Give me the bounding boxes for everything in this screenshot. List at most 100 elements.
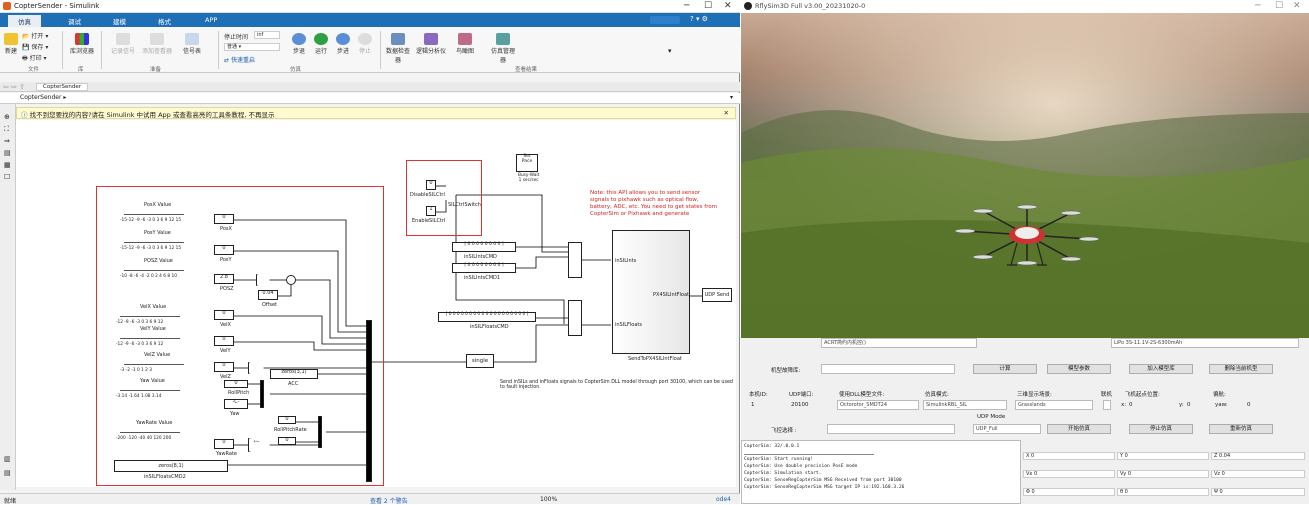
floats-mux[interactable]: [366, 320, 372, 482]
posy-slider[interactable]: PosY Value -15-12 -9 -6 -3 0 3 6 9 12 15: [120, 230, 190, 251]
tab-format[interactable]: 格式: [148, 15, 181, 27]
logic-analyzer-button[interactable]: 逻辑分析仪: [416, 33, 446, 55]
frame-select[interactable]: ACRT简约内机控(): [821, 338, 977, 348]
vely-slider[interactable]: VelY Value -12 -9 -6 -3 0 3 6 9 12: [116, 326, 186, 347]
rollpitch-mux[interactable]: [260, 380, 264, 408]
run-button[interactable]: 运行: [312, 33, 330, 55]
single-block[interactable]: single: [466, 354, 494, 368]
fast-restart-toggle[interactable]: ⇄ 快速重启: [224, 55, 255, 64]
slider-track[interactable]: [120, 388, 180, 391]
stop-button[interactable]: 停止: [356, 33, 374, 55]
posx-slider[interactable]: PosX Value -15-12 -9 -6 -3 0 3 6 9 12 15: [120, 202, 190, 223]
new-button[interactable]: 新建: [4, 33, 18, 55]
velx-slider[interactable]: VelX Value -12 -9 -6 -3 0 3 6 9 12: [116, 304, 186, 325]
back-icon[interactable]: ⇦ ⇨ ⇧: [3, 83, 25, 91]
model-param-button[interactable]: 模型参数: [1047, 364, 1111, 374]
3d-scene-view[interactable]: [741, 13, 1309, 338]
open-button[interactable]: 📂 打开 ▾: [22, 31, 48, 40]
model-canvas[interactable]: PosX Value -15-12 -9 -6 -3 0 3 6 9 12 15…: [16, 120, 736, 487]
yawrate-const-block[interactable]: 0: [214, 439, 234, 449]
vely-const-block[interactable]: 0: [214, 336, 234, 346]
sum-block[interactable]: [286, 275, 296, 285]
rollpitchrate-mux[interactable]: [318, 416, 322, 448]
posx-const-block[interactable]: 0: [214, 214, 234, 224]
slider-track[interactable]: [124, 240, 184, 243]
fit-icon[interactable]: ⛶: [4, 125, 9, 134]
annotation-icon[interactable]: ▤: [4, 149, 11, 157]
save-button[interactable]: 💾 保存 ▾: [22, 42, 48, 51]
close-button[interactable]: ✕: [724, 1, 732, 11]
enable-silctrl-block[interactable]: 1: [426, 206, 436, 216]
slider-track[interactable]: [120, 336, 180, 339]
udp-send-block[interactable]: UDP Send: [702, 288, 732, 302]
slider-track[interactable]: [124, 212, 184, 215]
fault-lib-select[interactable]: [821, 364, 955, 374]
step-forward-button[interactable]: 步进: [334, 33, 352, 55]
image-icon[interactable]: ▦: [4, 161, 11, 169]
scene-select[interactable]: Grasslands: [1015, 400, 1093, 410]
close-info-icon[interactable]: ✕: [724, 109, 729, 117]
solver-name[interactable]: ode4: [716, 496, 731, 503]
ints-cmd1-block[interactable]: [ 0 0 0 0 0 0 0 0 ]: [452, 263, 516, 273]
rollpitchrate-const-2[interactable]: 0: [278, 437, 296, 445]
ints-cmd-block[interactable]: [ 0 0 0 0 0 0 0 0 ]: [452, 242, 516, 252]
print-button[interactable]: 🖶 打印 ▾: [22, 53, 47, 64]
floats-cmd2-block[interactable]: zeros(8,1): [114, 460, 228, 472]
sim-mode-select[interactable]: 普通 ▾: [224, 43, 280, 51]
floats-switch-block[interactable]: [568, 300, 582, 336]
bird-view-button[interactable]: 鸟瞰图: [452, 33, 478, 55]
tab-simulation[interactable]: 仿真: [8, 15, 41, 27]
stop-time-input[interactable]: inf: [254, 31, 280, 39]
sim-manager-button[interactable]: 仿真管理器: [490, 33, 516, 64]
ints-switch-block[interactable]: [568, 242, 582, 278]
velz-const-block[interactable]: 0: [214, 362, 234, 372]
reset-sim-button[interactable]: 重新仿真: [1209, 424, 1273, 434]
x-value[interactable]: 0: [1129, 402, 1133, 408]
slider-track[interactable]: [124, 362, 184, 365]
udp-mode-select[interactable]: UDP_Full: [973, 424, 1041, 434]
signal-table-button[interactable]: 信号表: [178, 33, 206, 55]
yaw-value[interactable]: 0: [1247, 402, 1251, 408]
add-model-button[interactable]: 加入模型库: [1129, 364, 1193, 374]
floats-cmd-block[interactable]: [ 0 0 0 0 0 0 0 0 0 0 0 0 0 0 0 0 0 0 0 …: [438, 312, 536, 322]
rollpitch-const-1[interactable]: 0: [224, 380, 248, 388]
slider-track[interactable]: [120, 430, 180, 433]
model-path[interactable]: CopterSender ▸: [20, 94, 66, 101]
ribbon-expand-icon[interactable]: ▾: [668, 47, 672, 55]
slider-track[interactable]: [124, 268, 184, 271]
close-button[interactable]: ✕: [1293, 1, 1301, 11]
help-icon[interactable]: ? ▾ ⚙: [690, 15, 708, 23]
arrow-icon[interactable]: ⇒: [4, 137, 10, 145]
set-pace-block[interactable]: Set Pace: [516, 154, 538, 172]
battery-select[interactable]: LiPo 3S-11.1V-2S-6300mAh: [1111, 338, 1299, 348]
tab-debug[interactable]: 调试: [58, 15, 91, 27]
area-icon[interactable]: ☐: [4, 173, 10, 181]
posz-slider[interactable]: POSZ Value -10 -8 -6 -4 -2 0 2 4 6 8 10: [120, 258, 190, 279]
yaw-gain-block[interactable]: -C-: [224, 399, 248, 409]
log-console[interactable]: CopterSim: 32/.0.0.1 CopterSim: Start ru…: [741, 440, 1021, 504]
zoom-icon[interactable]: ⊕: [4, 113, 10, 121]
path-dropdown-icon[interactable]: ▾: [730, 94, 733, 101]
step-back-button[interactable]: 步退: [290, 33, 308, 55]
maximize-button[interactable]: ☐: [1275, 1, 1283, 11]
minimize-button[interactable]: ─: [1255, 1, 1260, 11]
slider-track[interactable]: [120, 314, 180, 317]
minimize-button[interactable]: ─: [684, 1, 689, 11]
posy-const-block[interactable]: 0: [214, 245, 234, 255]
dll-select[interactable]: Octorotor_SMDT24: [837, 400, 919, 410]
rollpitchrate-const-1[interactable]: 0: [278, 416, 296, 424]
tab-modeling[interactable]: 建模: [103, 15, 136, 27]
velz-slider[interactable]: VelZ Value -3 -2 -1 0 1 2 3: [120, 352, 190, 373]
yaw-slider[interactable]: Yaw Value -3.14 -1.64 1.08 3.14: [116, 378, 186, 399]
y-value[interactable]: 0: [1187, 402, 1191, 408]
network-checkbox[interactable]: [1103, 400, 1111, 410]
property-icon[interactable]: ▥: [4, 455, 11, 463]
model-tab[interactable]: CopterSender: [36, 83, 88, 91]
stop-sim-button[interactable]: 停止仿真: [1129, 424, 1193, 434]
start-sim-button[interactable]: 开始仿真: [1047, 424, 1111, 434]
explore-icon[interactable]: ▤: [4, 469, 11, 477]
maximize-button[interactable]: ☐: [704, 1, 712, 11]
disable-silctrl-block[interactable]: 0: [426, 180, 436, 190]
delete-model-button[interactable]: 删除当前机型: [1209, 364, 1273, 374]
yawrate-slider[interactable]: YawRate Value -200 -120 -40 40 120 200: [116, 420, 186, 441]
